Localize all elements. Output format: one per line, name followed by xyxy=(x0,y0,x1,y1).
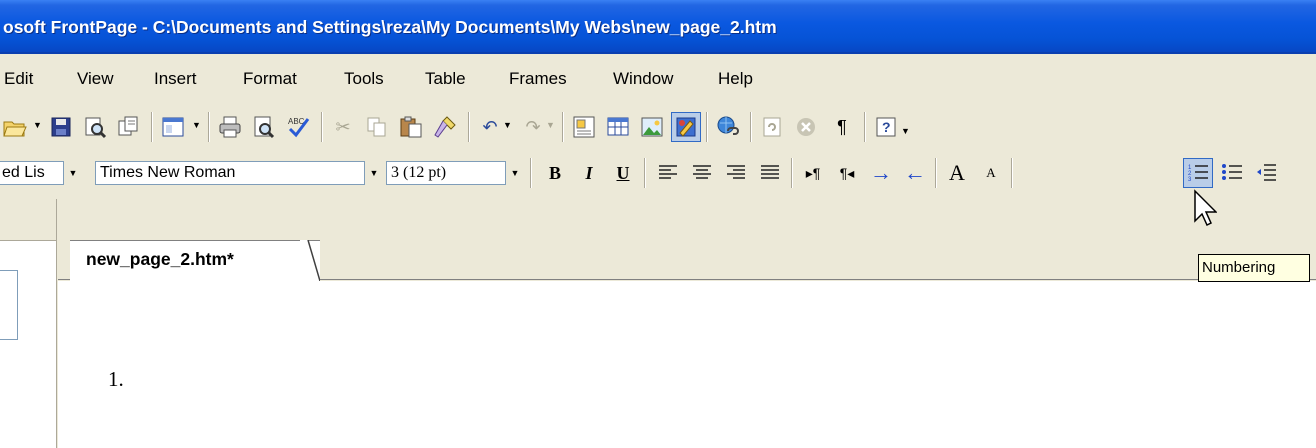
paste-icon[interactable] xyxy=(396,112,426,142)
toolbar-separator xyxy=(750,112,752,142)
menu-format[interactable]: Format xyxy=(243,56,297,101)
numbering-icon[interactable]: 123 xyxy=(1183,158,1213,188)
numbered-list-item: 1. xyxy=(108,367,124,391)
mouse-pointer-icon xyxy=(1194,189,1217,227)
font-value: Times New Roman xyxy=(100,164,236,181)
bold-button[interactable]: B xyxy=(540,158,570,188)
save-icon[interactable] xyxy=(46,112,76,142)
cut-icon[interactable]: ✂ xyxy=(328,112,358,142)
align-right-icon[interactable] xyxy=(721,158,751,188)
hyperlink-icon[interactable] xyxy=(713,112,743,142)
menu-window[interactable]: Window xyxy=(613,56,673,101)
italic-button[interactable]: I xyxy=(574,158,604,188)
menu-view[interactable]: View xyxy=(77,56,114,101)
underline-button[interactable]: U xyxy=(608,158,638,188)
increase-indent-arrow-icon[interactable]: → xyxy=(866,158,896,188)
folder-list-item[interactable] xyxy=(0,270,18,340)
toolbar-separator xyxy=(208,112,210,142)
decrease-indent-arrow-icon[interactable]: ← xyxy=(900,158,930,188)
toolbar-separator xyxy=(644,158,646,188)
font-dropdown-arrow[interactable]: ▼ xyxy=(365,161,383,185)
standard-toolbar: ▼ ▼ ABC ✂ ↶ ▼ ↷ ▼ ¶ ? ▼ xyxy=(0,104,1316,150)
toolbar-separator xyxy=(864,112,866,142)
justify-icon[interactable] xyxy=(755,158,785,188)
toolbar-separator xyxy=(935,158,937,188)
style-value: ed Lis xyxy=(2,164,45,181)
font-size-dropdown-arrow[interactable]: ▼ xyxy=(506,161,524,185)
task-pane-icon[interactable] xyxy=(158,112,188,142)
folder-list-header xyxy=(0,199,57,241)
show-all-icon[interactable]: ¶ xyxy=(827,112,857,142)
editor-area[interactable] xyxy=(58,281,1316,448)
menu-insert[interactable]: Insert xyxy=(154,56,197,101)
toolbar-separator xyxy=(706,112,708,142)
redo-dropdown-arrow[interactable]: ▼ xyxy=(546,120,555,130)
task-pane-dropdown-arrow[interactable]: ▼ xyxy=(192,120,201,130)
svg-text:?: ? xyxy=(882,119,891,135)
copy-icon[interactable] xyxy=(362,112,392,142)
formatting-toolbar: ed Lis ▼ Times New Roman ▼ 3 (12 pt) ▼ B… xyxy=(0,150,1316,196)
tooltip-text: Numbering xyxy=(1202,259,1276,276)
font-combo[interactable]: Times New Roman xyxy=(95,161,365,185)
rtl-text-icon[interactable]: ¶◂ xyxy=(832,158,862,188)
drawing-icon[interactable] xyxy=(671,112,701,142)
toolbar-separator xyxy=(791,158,793,188)
toolbar-separator xyxy=(530,158,532,188)
toolbar-separator xyxy=(562,112,564,142)
print-icon[interactable] xyxy=(215,112,245,142)
align-left-icon[interactable] xyxy=(653,158,683,188)
refresh-icon[interactable] xyxy=(757,112,787,142)
web-component-icon[interactable] xyxy=(569,112,599,142)
help-dropdown-arrow[interactable]: ▼ xyxy=(901,126,910,136)
grow-font-button[interactable]: A xyxy=(942,158,972,188)
tab-label: new_page_2.htm* xyxy=(86,249,234,269)
toolbar-separator xyxy=(321,112,323,142)
undo-dropdown-arrow[interactable]: ▼ xyxy=(503,120,512,130)
numbering-tooltip: Numbering xyxy=(1198,254,1310,282)
window-title: osoft FrontPage - C:\Documents and Setti… xyxy=(3,17,777,37)
help-icon[interactable]: ? xyxy=(871,112,901,142)
font-size-value: 3 (12 pt) xyxy=(391,164,447,181)
redo-icon[interactable]: ↷ xyxy=(518,112,548,142)
spelling-icon[interactable]: ABC xyxy=(283,112,313,142)
style-combo[interactable]: ed Lis xyxy=(0,161,64,185)
undo-icon[interactable]: ↶ xyxy=(475,112,505,142)
toolbar-separator xyxy=(1011,158,1013,188)
menu-frames[interactable]: Frames xyxy=(509,56,567,101)
tab-right-edge xyxy=(300,240,320,281)
insert-picture-icon[interactable] xyxy=(637,112,667,142)
menu-bar: Edit View Insert Format Tools Table Fram… xyxy=(0,56,1316,101)
tab-new-page[interactable]: new_page_2.htm* xyxy=(70,240,320,281)
svg-text:3: 3 xyxy=(1188,177,1192,183)
publish-icon[interactable] xyxy=(114,112,144,142)
style-dropdown-arrow[interactable]: ▼ xyxy=(64,161,82,185)
print-preview-icon[interactable] xyxy=(249,112,279,142)
open-dropdown-arrow[interactable]: ▼ xyxy=(33,120,42,130)
insert-table-icon[interactable] xyxy=(603,112,633,142)
decrease-indent-icon[interactable] xyxy=(1251,158,1281,188)
menu-edit[interactable]: Edit xyxy=(4,56,33,101)
title-bar: osoft FrontPage - C:\Documents and Setti… xyxy=(0,0,1316,54)
search-icon[interactable] xyxy=(80,112,110,142)
toolbar-separator xyxy=(151,112,153,142)
stop-icon[interactable] xyxy=(791,112,821,142)
toolbar-separator xyxy=(468,112,470,142)
format-painter-icon[interactable] xyxy=(430,112,460,142)
align-center-icon[interactable] xyxy=(687,158,717,188)
bullets-icon[interactable] xyxy=(1217,158,1247,188)
shrink-font-button[interactable]: A xyxy=(976,158,1006,188)
open-icon[interactable] xyxy=(0,112,30,142)
menu-help[interactable]: Help xyxy=(718,56,753,101)
menu-tools[interactable]: Tools xyxy=(344,56,384,101)
ltr-text-icon[interactable]: ▸¶ xyxy=(798,158,828,188)
font-size-combo[interactable]: 3 (12 pt) xyxy=(386,161,506,185)
menu-table[interactable]: Table xyxy=(425,56,466,101)
